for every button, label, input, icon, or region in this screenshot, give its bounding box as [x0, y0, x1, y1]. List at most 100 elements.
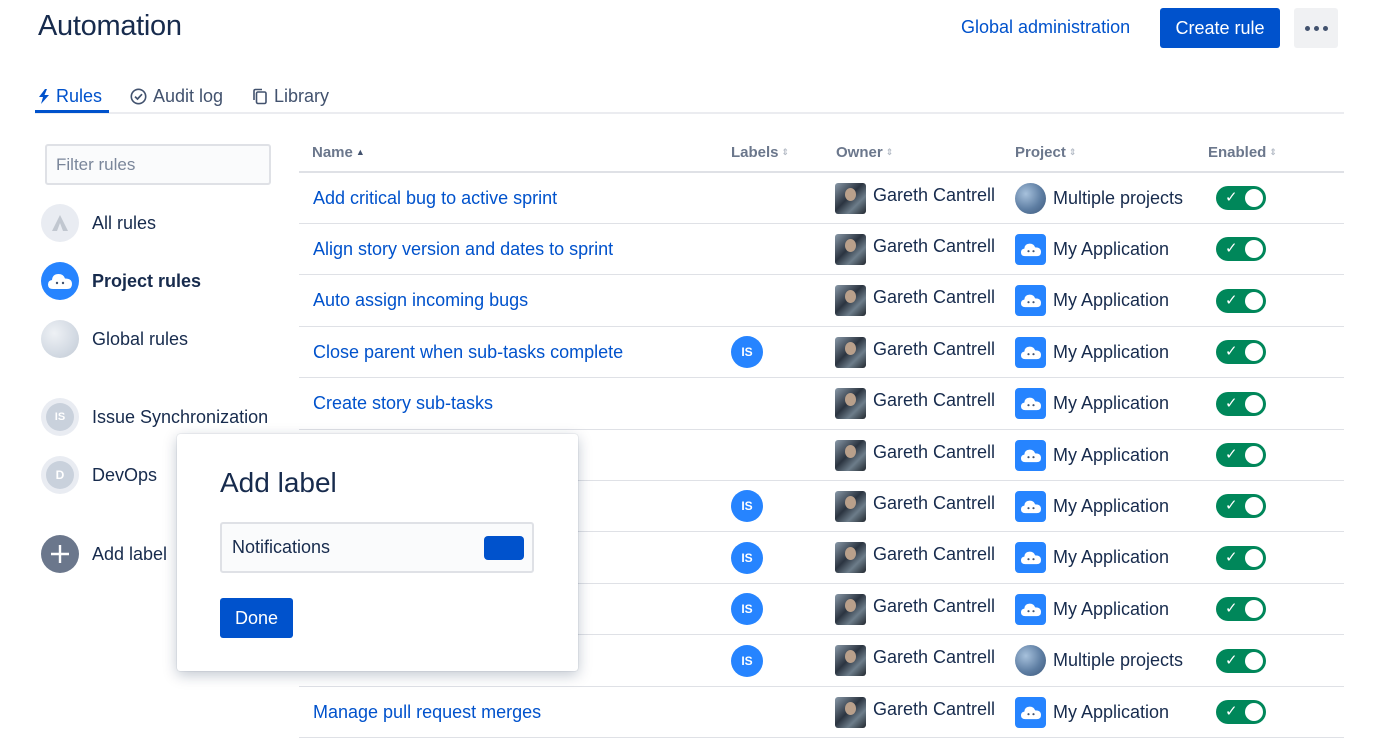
enabled-toggle[interactable]: ✓: [1216, 648, 1266, 673]
check-icon: ✓: [1225, 343, 1238, 361]
toggle-knob: [1245, 446, 1263, 464]
cloud-project-icon: [1015, 285, 1046, 317]
enabled-toggle[interactable]: ✓: [1216, 494, 1266, 519]
rule-name-link[interactable]: Manage pull request merges: [313, 686, 541, 738]
sidebar-item-label: Add label: [92, 543, 168, 564]
globe-icon: [1015, 645, 1046, 677]
enabled-toggle[interactable]: ✓: [1216, 597, 1266, 622]
project-name: My Application: [1053, 547, 1170, 568]
project-name: My Application: [1053, 341, 1170, 362]
owner-avatar: [835, 336, 866, 368]
table-row[interactable]: Align story version and dates to sprint G…: [299, 223, 1344, 276]
sidebar-item-add-label[interactable]: Add label: [41, 534, 167, 574]
sidebar-item-issue-synchronization[interactable]: IS Issue Synchronization: [41, 397, 268, 437]
rule-name-link[interactable]: Align story version and dates to sprint: [313, 223, 613, 275]
cloud-project-icon: [1015, 593, 1046, 625]
sort-ascending-icon: ▲: [355, 147, 365, 157]
enabled-toggle[interactable]: ✓: [1216, 237, 1266, 262]
sidebar-item-label: Issue Synchronization: [92, 406, 269, 427]
filter-rules-input[interactable]: [45, 144, 271, 185]
globe-icon: [1015, 182, 1046, 214]
enabled-toggle[interactable]: ✓: [1216, 288, 1266, 313]
global-administration-link[interactable]: Global administration: [961, 17, 1130, 38]
cloud-project-icon: [1015, 490, 1046, 522]
sidebar-item-label: Global rules: [92, 328, 189, 349]
project-name: Multiple projects: [1053, 650, 1184, 671]
cloud-project-icon: [41, 262, 79, 300]
enabled-toggle[interactable]: ✓: [1216, 186, 1266, 210]
sidebar-item-label: Project rules: [92, 270, 202, 291]
copy-icon: [253, 88, 267, 104]
label-badge[interactable]: IS: [731, 593, 763, 626]
tab-rules-label: Rules: [56, 85, 103, 106]
project-name: My Application: [1053, 238, 1170, 259]
table-row[interactable]: Close parent when sub-tasks complete IS Ga…: [299, 326, 1344, 379]
enabled-toggle[interactable]: ✓: [1216, 443, 1266, 467]
cloud-project-icon: [1015, 388, 1046, 420]
sidebar-item-global-rules[interactable]: Global rules: [41, 319, 188, 359]
owner-name: Gareth Cantrell: [873, 441, 996, 462]
page-title: Automation: [38, 10, 182, 42]
column-header-name[interactable]: Name ▲: [312, 136, 365, 168]
column-header-labels[interactable]: Labels ⇕: [731, 136, 789, 168]
done-button[interactable]: Done: [220, 598, 293, 638]
project-name: My Application: [1053, 444, 1170, 465]
rule-name-link[interactable]: Close parent when sub-tasks complete: [313, 326, 623, 378]
enabled-toggle[interactable]: ✓: [1216, 391, 1266, 416]
sidebar-item-all-rules[interactable]: All rules: [41, 203, 156, 243]
owner-name: Gareth Cantrell: [873, 184, 996, 205]
dialog-title: Add label: [220, 467, 337, 498]
tab-library-label: Library: [274, 85, 330, 106]
label-color-picker[interactable]: [484, 536, 524, 560]
tab-rules[interactable]: Rules: [38, 84, 102, 108]
owner-name: Gareth Cantrell: [873, 595, 996, 616]
tab-audit-log[interactable]: Audit log: [130, 84, 223, 108]
label-initials: D: [46, 461, 74, 489]
sort-icon: ⇕: [1269, 146, 1277, 157]
owner-name: Gareth Cantrell: [873, 492, 996, 513]
label-badge[interactable]: IS: [731, 490, 763, 523]
atlassian-logo-icon: [41, 204, 79, 242]
column-header-enabled[interactable]: Enabled ⇕: [1208, 136, 1277, 168]
toggle-knob: [1245, 394, 1263, 413]
check-icon: ✓: [1225, 446, 1238, 463]
more-actions-button[interactable]: [1294, 8, 1338, 48]
rule-name-link[interactable]: Add critical bug to active sprint: [313, 172, 557, 224]
enabled-toggle[interactable]: ✓: [1216, 545, 1266, 570]
dot-icon: [1304, 25, 1310, 31]
table-row[interactable]: Create story sub-tasks Gareth Cantrell My …: [299, 378, 1344, 430]
rule-name-link[interactable]: Auto assign incoming bugs: [313, 275, 528, 327]
label-name-field[interactable]: Notifications: [220, 522, 534, 573]
cloud-project-icon: [1015, 696, 1046, 728]
create-rule-button[interactable]: Create rule: [1160, 8, 1280, 48]
column-header-owner[interactable]: Owner ⇕: [836, 136, 893, 168]
sidebar-item-devops[interactable]: D DevOps: [41, 455, 157, 495]
label-badge[interactable]: IS: [731, 644, 763, 677]
check-icon: ✓: [1225, 189, 1238, 206]
sort-icon: ⇕: [781, 146, 790, 157]
table-row[interactable]: Add critical bug to active sprint Gareth …: [299, 172, 1344, 224]
tab-library[interactable]: Library: [252, 84, 329, 108]
plus-icon: [41, 535, 79, 573]
toggle-knob: [1245, 600, 1263, 619]
sidebar-item-project-rules[interactable]: Project rules: [41, 261, 201, 301]
check-icon: ✓: [1225, 240, 1238, 258]
owner-avatar: [835, 388, 866, 420]
owner-name: Gareth Cantrell: [873, 698, 996, 719]
active-tab-indicator: [35, 110, 109, 113]
table-row[interactable]: Auto assign incoming bugs Gareth Cantrell…: [299, 275, 1344, 327]
dot-icon: [1322, 25, 1328, 31]
sort-icon: ⇕: [1068, 146, 1077, 157]
enabled-toggle[interactable]: ✓: [1216, 700, 1266, 724]
toggle-knob: [1245, 240, 1263, 259]
column-header-project[interactable]: Project ⇕: [1015, 136, 1076, 168]
rule-name-link[interactable]: Create story sub-tasks: [313, 378, 493, 430]
label-is-icon: IS: [41, 398, 79, 436]
enabled-toggle[interactable]: ✓: [1216, 340, 1266, 365]
label-badge[interactable]: IS: [731, 336, 763, 369]
owner-avatar: [835, 182, 866, 214]
label-badge[interactable]: IS: [731, 541, 763, 574]
globe-icon: [41, 320, 79, 358]
table-row[interactable]: Manage pull request merges Gareth Cantrel…: [299, 686, 1344, 738]
check-icon: ✓: [1225, 394, 1238, 412]
